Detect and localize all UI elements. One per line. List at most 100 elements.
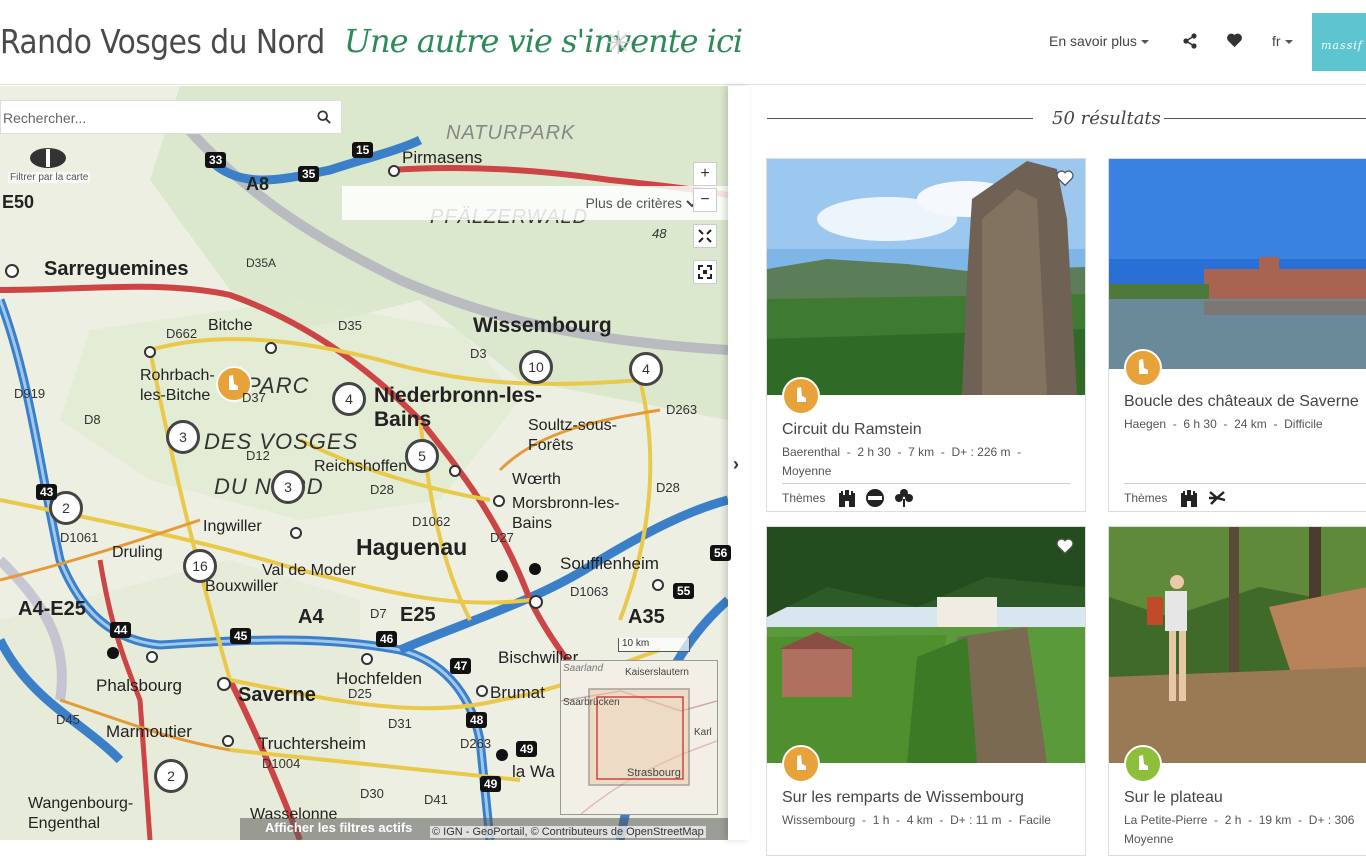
hiking-shoe-icon bbox=[229, 375, 238, 390]
trek-photo bbox=[1109, 159, 1366, 369]
map-scale: 10 km bbox=[618, 638, 690, 652]
minimap-label: Strasbourg bbox=[627, 767, 681, 779]
brand-logo[interactable]: massif bbox=[1312, 13, 1366, 71]
hiking-shoe-icon bbox=[797, 387, 806, 402]
map-attribution: © IGN - GeoPortail, © Contributeurs de O… bbox=[430, 826, 706, 838]
trek-elevation: D+ : 11 m bbox=[950, 813, 1002, 827]
trek-cluster-marker[interactable]: 3 bbox=[271, 470, 305, 504]
heritage-icon bbox=[866, 489, 885, 507]
trek-cluster-marker[interactable]: 3 bbox=[166, 420, 200, 454]
chevron-right-icon: › bbox=[733, 454, 739, 474]
theme-icons bbox=[1179, 488, 1231, 508]
theme-icons bbox=[837, 488, 918, 508]
trek-marker[interactable] bbox=[216, 366, 252, 402]
search-input[interactable] bbox=[1, 101, 305, 135]
search-box bbox=[0, 100, 342, 135]
trek-duration: 2 h bbox=[1224, 813, 1242, 827]
hiking-shoe-icon bbox=[1139, 359, 1148, 374]
trek-location: La Petite-Pierre bbox=[1124, 813, 1208, 827]
criteria-bar: Plus de critères bbox=[342, 186, 728, 220]
heart-outline-icon[interactable] bbox=[1055, 169, 1075, 187]
minimap-label: Saarbrücken bbox=[563, 697, 620, 708]
trek-cluster-marker[interactable]: 5 bbox=[405, 439, 439, 473]
zoom-out-button[interactable]: − bbox=[693, 188, 717, 212]
trek-distance: 19 km bbox=[1258, 813, 1292, 827]
trek-difficulty: Moyenne bbox=[1124, 832, 1174, 846]
trek-location: Haegen bbox=[1124, 417, 1167, 431]
expand-icon bbox=[698, 265, 712, 279]
trek-card[interactable]: Sur les remparts de Wissembourg Wissembo… bbox=[766, 526, 1086, 856]
flora-icon bbox=[1209, 491, 1226, 505]
heart-outline-icon[interactable] bbox=[1055, 537, 1075, 555]
trek-cluster-marker[interactable]: 4 bbox=[332, 382, 366, 416]
caret-down-icon bbox=[1140, 40, 1149, 45]
show-active-filters-button[interactable]: Afficher les filtres actifs bbox=[265, 820, 412, 835]
language-selector[interactable]: fr bbox=[1272, 33, 1293, 49]
themes-label: Thèmes bbox=[1124, 491, 1168, 505]
trek-card[interactable]: Sur le plateau La Petite-Pierre - 2 h - … bbox=[1108, 526, 1366, 856]
divider bbox=[1124, 483, 1366, 484]
hiking-shoe-icon bbox=[797, 755, 806, 770]
trek-cluster-marker[interactable]: 2 bbox=[154, 759, 188, 793]
trek-photo bbox=[767, 159, 1085, 395]
trek-type-badge bbox=[1124, 349, 1162, 387]
hiking-shoe-icon bbox=[1139, 755, 1148, 770]
trek-cluster-marker[interactable]: 10 bbox=[519, 350, 553, 384]
snowflake-icon: ✳ bbox=[605, 25, 632, 61]
nav-more-label: En savoir plus bbox=[1049, 33, 1137, 49]
results-count: 50 résultats bbox=[1052, 108, 1161, 129]
zoom-in-button[interactable]: + bbox=[693, 162, 717, 186]
trek-distance: 4 km bbox=[906, 813, 933, 827]
divider bbox=[782, 483, 1070, 484]
divider bbox=[1164, 118, 1366, 119]
trek-type-badge bbox=[1124, 745, 1162, 783]
trek-difficulty: Facile bbox=[1018, 813, 1051, 827]
minimap-label: Saarland bbox=[563, 663, 604, 674]
trek-title[interactable]: Boucle des châteaux de Saverne bbox=[1124, 393, 1359, 411]
heart-icon[interactable] bbox=[1226, 32, 1243, 48]
trek-duration: 6 h 30 bbox=[1183, 417, 1217, 431]
trek-title[interactable]: Sur les remparts de Wissembourg bbox=[782, 789, 1024, 807]
map-view[interactable]: Sarreguemines Bitche Pirmasens PFÄLZERWA… bbox=[0, 86, 728, 840]
trek-photo bbox=[767, 527, 1085, 763]
divider bbox=[767, 118, 1033, 119]
trek-type-badge bbox=[782, 745, 820, 783]
trek-distance: 24 km bbox=[1234, 417, 1267, 431]
trek-location: Wissembourg bbox=[782, 813, 856, 827]
trek-card[interactable]: Boucle des châteaux de Saverne Haegen - … bbox=[1108, 158, 1366, 512]
map-collapse-handle[interactable]: › bbox=[728, 86, 750, 840]
trek-duration: 1 h bbox=[872, 813, 890, 827]
trek-cluster-marker[interactable]: 4 bbox=[629, 352, 663, 386]
fit-bounds-button[interactable] bbox=[693, 224, 717, 248]
trek-cluster-marker[interactable]: 2 bbox=[49, 491, 83, 525]
more-criteria-toggle[interactable]: Plus de critères bbox=[586, 195, 682, 211]
fullscreen-button[interactable] bbox=[693, 260, 717, 284]
share-icon[interactable] bbox=[1182, 33, 1198, 49]
trek-difficulty: Difficile bbox=[1284, 417, 1323, 431]
brand-logo-text: massif bbox=[1321, 39, 1363, 52]
trek-location: Baerenthal bbox=[782, 445, 841, 459]
castle-icon bbox=[1181, 490, 1197, 507]
trek-info: Haegen - 6 h 30 - 24 km - Difficile bbox=[1124, 417, 1323, 431]
trek-type-badge bbox=[782, 377, 820, 415]
filter-by-map-toggle[interactable]: Filtrer par la carte bbox=[2, 146, 114, 188]
castle-icon bbox=[839, 490, 855, 507]
nav-more-menu[interactable]: En savoir plus bbox=[1049, 33, 1149, 49]
toggle-switch-icon bbox=[30, 148, 66, 168]
filter-by-map-label: Filtrer par la carte bbox=[8, 172, 91, 183]
trek-title[interactable]: Sur le plateau bbox=[1124, 789, 1223, 807]
trek-difficulty: Moyenne bbox=[782, 464, 832, 478]
site-title[interactable]: Rando Vosges du Nord bbox=[0, 22, 325, 61]
trek-cluster-marker[interactable]: 16 bbox=[183, 549, 217, 583]
trek-info: Wissembourg - 1 h - 4 km - D+ : 11 m - F… bbox=[782, 813, 1051, 827]
caret-down-icon bbox=[1284, 40, 1293, 45]
trek-title[interactable]: Circuit du Ramstein bbox=[782, 421, 922, 439]
trek-elevation: D+ : 226 m bbox=[951, 445, 1011, 459]
clover-icon bbox=[894, 489, 913, 507]
search-icon[interactable] bbox=[317, 110, 331, 124]
trek-card[interactable]: Circuit du Ramstein Baerenthal - 2 h 30 … bbox=[766, 158, 1086, 512]
trek-info: Baerenthal - 2 h 30 - 7 km - D+ : 226 m … bbox=[782, 445, 1022, 478]
minimap-label: Karl bbox=[694, 727, 712, 738]
site-header: Rando Vosges du Nord Une autre vie s'inv… bbox=[0, 0, 1366, 85]
minimap[interactable]: Saarland Kaiserslautern Saarbrücken Karl… bbox=[560, 660, 718, 815]
